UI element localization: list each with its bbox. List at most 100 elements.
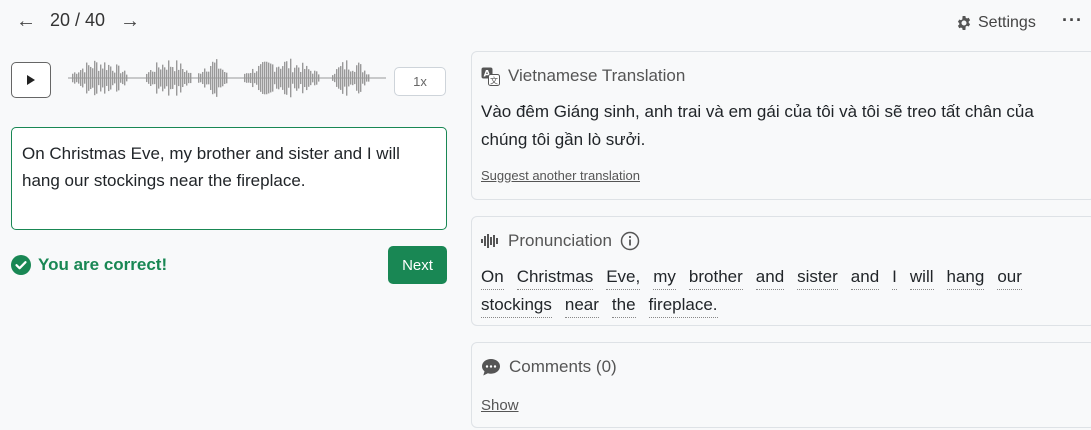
playback-speed-button[interactable]: 1x — [394, 67, 446, 96]
waveform-bar — [384, 77, 386, 79]
waveform-bar — [178, 69, 180, 87]
waveform-bar — [140, 77, 142, 79]
waveform-bar — [172, 67, 174, 89]
waveform-bar — [214, 62, 216, 94]
waveform-bar — [358, 62, 360, 94]
waveform-bar — [182, 69, 184, 87]
waveform-bar — [152, 71, 154, 85]
waveform-bar — [96, 62, 98, 94]
waveform-bar — [144, 77, 146, 79]
waveform-bar — [202, 71, 204, 85]
waveform-bar — [112, 70, 114, 86]
waveform-bar — [296, 65, 298, 91]
waveform-bar — [222, 69, 224, 87]
waveform-bar — [348, 69, 350, 87]
waveform-bar — [196, 77, 198, 79]
waveform-bar — [302, 62, 304, 94]
waveform-bar — [164, 67, 166, 89]
waveform-bar — [188, 72, 190, 84]
waveform-bar — [328, 77, 330, 79]
waveform-bar — [184, 71, 186, 85]
waveform-bar — [90, 66, 92, 90]
pronunciation-word[interactable]: stockings — [481, 294, 552, 318]
waveform-bar — [106, 70, 108, 86]
pronunciation-word[interactable]: fireplace. — [648, 294, 718, 318]
pronunciation-title: Pronunciation — [508, 231, 612, 250]
waveform-bar — [180, 63, 182, 93]
pronunciation-word[interactable]: our — [997, 266, 1022, 290]
waveform-bar — [290, 58, 292, 98]
sound-wave-icon — [481, 234, 498, 248]
waveform-bar — [378, 77, 380, 79]
waveform-bar — [282, 66, 284, 90]
waveform-bar — [94, 60, 96, 96]
pronunciation-word[interactable]: near — [564, 294, 599, 318]
answer-input[interactable]: On Christmas Eve, my brother and sister … — [11, 127, 447, 230]
waveform-bar — [220, 68, 222, 88]
waveform-bar — [224, 71, 226, 85]
waveform-bar — [366, 74, 368, 82]
waveform-bar — [86, 62, 88, 94]
waveform-bar — [244, 73, 246, 83]
next-button[interactable]: Next — [388, 246, 447, 284]
waveform-bar — [88, 65, 90, 91]
more-options-icon[interactable]: ··· — [1062, 10, 1083, 31]
waveform-bar — [102, 68, 104, 88]
pronunciation-word[interactable]: Christmas — [516, 266, 594, 290]
waveform-bar — [216, 59, 218, 97]
waveform-bar — [118, 65, 120, 91]
waveform-bar — [272, 64, 274, 92]
waveform-bar — [382, 77, 384, 79]
waveform-bar — [198, 73, 200, 83]
pronunciation-word[interactable]: brother — [688, 266, 743, 290]
waveform-bar — [254, 72, 256, 84]
previous-arrow-icon[interactable]: ← — [16, 8, 36, 34]
translation-title: Vietnamese Translation — [508, 66, 686, 85]
waveform-bar — [316, 71, 318, 85]
show-comments-link[interactable]: Show — [481, 397, 519, 414]
play-icon — [27, 75, 35, 85]
settings-button[interactable]: Settings — [956, 14, 1036, 32]
waveform-bar — [128, 77, 130, 79]
pronunciation-word[interactable]: On — [481, 266, 504, 290]
waveform-bar — [362, 72, 364, 84]
waveform-bar — [368, 74, 370, 82]
waveform-bar — [108, 64, 110, 92]
waveform-bar — [92, 68, 94, 88]
pronunciation-word[interactable]: I — [892, 266, 897, 290]
suggest-translation-link[interactable]: Suggest another translation — [481, 168, 640, 183]
waveform-bar — [114, 72, 116, 84]
pronunciation-word[interactable]: my — [653, 266, 676, 290]
feedback-text: You are correct! — [38, 255, 168, 274]
waveform-bar — [238, 77, 240, 79]
waveform-bar — [116, 64, 118, 92]
next-arrow-icon[interactable]: → — [120, 8, 140, 34]
translate-icon: A 文 — [481, 67, 500, 86]
waveform-bar — [338, 67, 340, 89]
audio-waveform[interactable] — [68, 52, 386, 104]
pronunciation-word[interactable]: and — [755, 266, 785, 290]
waveform-bar — [158, 67, 160, 89]
waveform-bar — [376, 77, 378, 79]
waveform-bar — [336, 69, 338, 87]
waveform-bar — [186, 70, 188, 86]
pronunciation-word[interactable]: sister — [797, 266, 838, 290]
svg-text:文: 文 — [490, 75, 498, 85]
pronunciation-word[interactable]: Eve, — [606, 266, 641, 290]
pronunciation-word[interactable]: the — [611, 294, 636, 318]
waveform-bar — [226, 72, 228, 84]
waveform-bar — [192, 77, 194, 79]
waveform-bar — [212, 61, 214, 95]
pronunciation-word[interactable]: and — [850, 266, 880, 290]
play-button[interactable] — [11, 62, 51, 98]
waveform-bar — [130, 77, 132, 79]
waveform-bar — [204, 68, 206, 88]
waveform-bar — [68, 77, 70, 79]
waveform-bar — [286, 61, 288, 95]
pronunciation-word[interactable]: hang — [946, 266, 985, 290]
waveform-bar — [346, 60, 348, 96]
waveform-bar — [374, 77, 376, 79]
waveform-bar — [74, 72, 76, 84]
info-icon[interactable] — [620, 231, 640, 251]
pronunciation-word[interactable]: will — [909, 266, 934, 290]
